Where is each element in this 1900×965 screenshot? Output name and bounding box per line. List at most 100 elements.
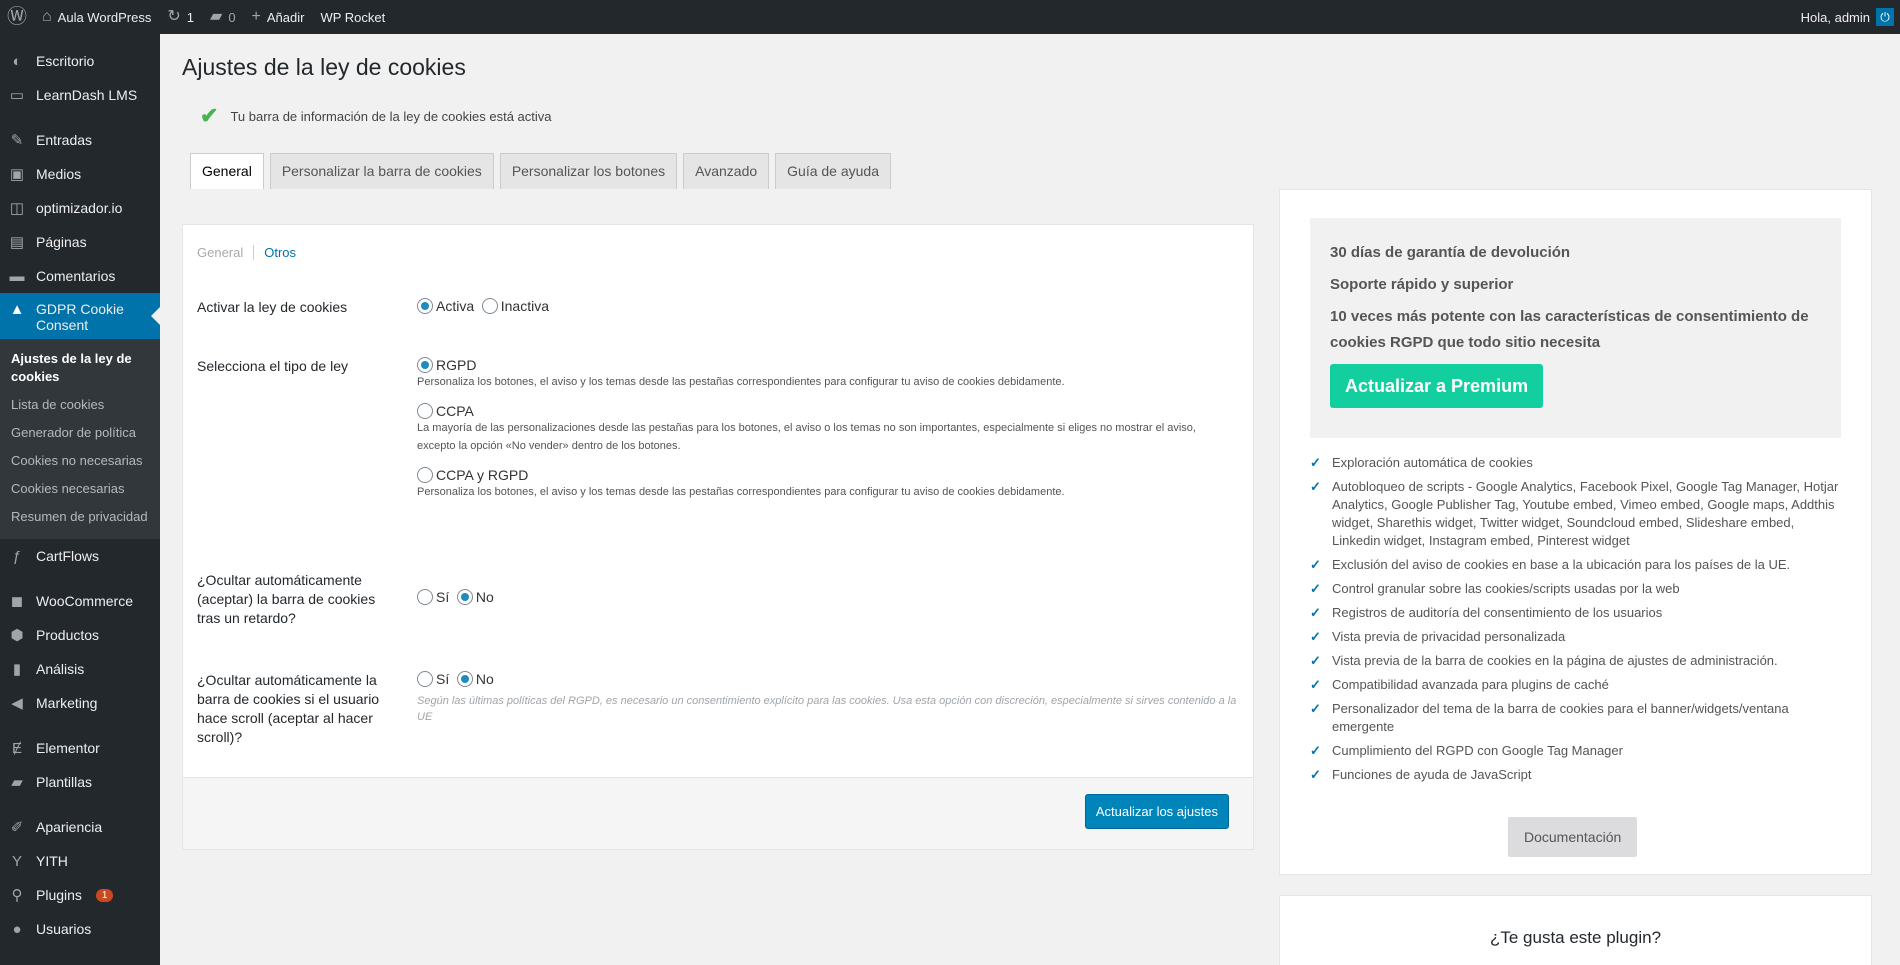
feature-item: ✓ Funciones de ayuda de JavaScript — [1310, 767, 1532, 782]
feature-item: ✓ Personalizador del tema de la barra de … — [1310, 701, 1789, 734]
cartflows-icon: ƒ — [12, 547, 22, 565]
radio-ccpa-rgpd[interactable] — [417, 467, 433, 483]
comments-link[interactable]: ▰ 0 — [202, 0, 244, 34]
submenu-no-necesarias[interactable]: Cookies no necesarias — [0, 447, 160, 475]
promo-panel: 30 días de garantía de devolución Soport… — [1310, 218, 1841, 438]
sidebar-item-comentarios[interactable]: ▬ Comentarios — [0, 259, 160, 293]
lock-icon: ▲ — [9, 301, 25, 318]
tab-barra[interactable]: Personalizar la barra de cookies — [269, 153, 494, 189]
check-icon: ✓ — [1310, 653, 1321, 668]
active-notice: ✔ Tu barra de información de la ley de c… — [200, 103, 552, 128]
site-name-link[interactable]: ⌂ Aula WordPress — [34, 0, 159, 34]
plugins-icon: ⚲ — [11, 887, 23, 904]
submenu-ajustes[interactable]: Ajustes de la ley de cookies — [0, 345, 160, 391]
feature-item: ✓ Exploración automática de cookies — [1310, 455, 1533, 470]
sidebar-item-yith[interactable]: Y YITH — [0, 844, 160, 878]
power-icon: ⏻ — [1876, 8, 1894, 26]
rate-plugin-title: ¿Te gusta este plugin? — [1489, 928, 1662, 947]
check-icon: ✓ — [1310, 743, 1321, 758]
sidebar-item-apariencia[interactable]: ✐ Apariencia — [0, 810, 160, 844]
main-content: Ajustes de la ley de cookies ✔ Tu barra … — [182, 34, 1900, 965]
subnav-otros[interactable]: Otros — [264, 245, 296, 260]
sidebar-item-usuarios[interactable]: ● Usuarios — [0, 912, 160, 946]
settings-panel: General Otros Activar la ley de cookies … — [182, 224, 1254, 850]
radio-activa[interactable] — [417, 298, 433, 314]
sidebar-item-an-lisis[interactable]: ▮ Análisis — [0, 652, 160, 686]
check-icon: ✓ — [1310, 581, 1321, 596]
sidebar-item-marketing[interactable]: ◀ Marketing — [0, 686, 160, 720]
form-footer: Actualizar los ajustes — [183, 777, 1253, 849]
submenu-lista[interactable]: Lista de cookies — [0, 391, 160, 419]
plugins-update-badge: 1 — [95, 888, 114, 902]
label-tipo: Selecciona el tipo de ley — [197, 358, 348, 374]
sidebar-item-elementor[interactable]: Ɇ Elementor — [0, 731, 160, 765]
sub-navigation: General Otros — [197, 245, 296, 260]
media-icon: ▣ — [9, 166, 25, 183]
comments-icon: ▬ — [9, 267, 25, 285]
sidebar-item-p-ginas[interactable]: ▤ Páginas — [0, 225, 160, 259]
optimizer-icon: ◫ — [9, 200, 25, 217]
sidebar-item-cartflows[interactable]: ƒ CartFlows — [0, 539, 160, 573]
sidebar-item-learndash-lms[interactable]: ▭ LearnDash LMS — [0, 78, 160, 112]
sidebar-item-productos[interactable]: ⬢ Productos — [0, 618, 160, 652]
pin-icon: ✎ — [10, 132, 24, 149]
sidebar-item-optimizador-io[interactable]: ◫ optimizador.io — [0, 191, 160, 225]
feature-item: ✓ Vista previa de privacidad personalizad… — [1310, 629, 1566, 644]
products-icon: ⬢ — [10, 627, 24, 644]
comment-icon: ▰ — [210, 8, 223, 25]
sidebar-item-gdpr[interactable]: ▲ GDPR Cookie Consent — [0, 293, 160, 339]
sidebar-item-woocommerce[interactable]: ◼ WooCommerce — [0, 584, 160, 618]
check-icon: ✓ — [1310, 605, 1321, 620]
appearance-icon: ✐ — [10, 819, 24, 836]
sidebar-item-escritorio[interactable]: ◐ Escritorio — [0, 44, 160, 78]
tab-botones[interactable]: Personalizar los botones — [499, 153, 678, 189]
sidebar-item-plugins[interactable]: ⚲ Plugins 1 — [0, 878, 160, 912]
tab-general[interactable]: General — [190, 153, 264, 189]
submenu-generador[interactable]: Generador de política — [0, 419, 160, 447]
updates-link[interactable]: ↻ 1 — [159, 0, 202, 34]
feature-item: ✓ Cumplimiento del RGPD con Google Tag Ma… — [1310, 743, 1623, 758]
radio-scroll-no[interactable] — [456, 671, 473, 687]
upgrade-premium-button[interactable]: Actualizar a Premium — [1330, 364, 1544, 408]
home-icon: ⌂ — [42, 8, 52, 25]
sidebar-item-plantillas[interactable]: ▰ Plantillas — [0, 765, 160, 799]
submenu-necesarias[interactable]: Cookies necesarias — [0, 475, 160, 503]
feature-item: ✓ Registros de auditoría del consentimien… — [1310, 605, 1663, 620]
plus-icon: + — [251, 8, 261, 25]
elementor-icon: Ɇ — [11, 739, 22, 757]
templates-icon: ▰ — [11, 774, 23, 791]
radio-ccpa[interactable] — [417, 403, 433, 419]
sidebar-item-entradas[interactable]: ✎ Entradas — [0, 123, 160, 157]
account-menu[interactable]: Hola, admin ⏻ — [1793, 0, 1900, 34]
update-settings-button[interactable]: Actualizar los ajustes — [1084, 794, 1229, 829]
radio-retardo-si[interactable] — [417, 589, 433, 605]
label-retardo: ¿Ocultar automáticamente (aceptar) la ba… — [197, 572, 376, 626]
desc-ccpa: La mayoría de las personalizaciones desd… — [417, 422, 1196, 452]
documentation-button[interactable]: Documentación — [1508, 817, 1638, 857]
radio-rgpd[interactable] — [417, 357, 433, 373]
check-icon: ✓ — [1310, 767, 1321, 782]
subnav-general[interactable]: General — [197, 245, 255, 260]
label-activar: Activar la ley de cookies — [197, 299, 348, 315]
sidebar-item-medios[interactable]: ▣ Medios — [0, 157, 160, 191]
tab-guia[interactable]: Guía de ayuda — [775, 153, 891, 189]
submenu-resumen[interactable]: Resumen de privacidad — [0, 503, 160, 531]
add-new-link[interactable]: + Añadir — [244, 0, 313, 34]
rate-plugin-box: ¿Te gusta este plugin? — [1279, 895, 1872, 965]
tab-avanzado[interactable]: Avanzado — [683, 153, 770, 189]
check-icon: ✓ — [1310, 455, 1321, 470]
gdpr-submenu: Ajustes de la ley de cookies Lista de co… — [0, 339, 160, 539]
wordpress-logo-icon[interactable]: Ⓦ — [0, 0, 34, 34]
dashboard-icon: ◐ — [12, 52, 22, 70]
desc-rgpd: Personaliza los botones, el aviso y los … — [417, 376, 1065, 388]
yith-icon: Y — [11, 852, 22, 870]
radio-scroll-si[interactable] — [417, 671, 433, 687]
desc-scroll: Según las últimas políticas del RGPD, es… — [417, 695, 1237, 723]
wp-rocket-link[interactable]: WP Rocket — [312, 0, 393, 34]
check-icon: ✓ — [1310, 557, 1321, 572]
radio-inactiva[interactable] — [481, 298, 498, 314]
feature-list: ✓ Exploración automática de cookies ✓ Autob… — [1310, 454, 1841, 784]
checkmark-icon: ✔ — [200, 103, 219, 128]
marketing-icon: ◀ — [11, 695, 23, 712]
radio-retardo-no[interactable] — [456, 589, 473, 605]
